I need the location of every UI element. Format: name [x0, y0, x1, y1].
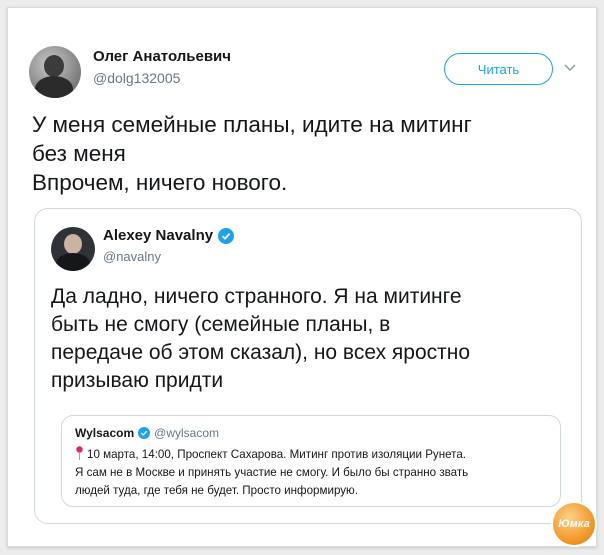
quoted-author-name[interactable]: Alexey Navalny	[103, 227, 213, 244]
chevron-down-icon[interactable]	[563, 60, 577, 74]
follow-button[interactable]: Читать	[444, 53, 553, 85]
nested-tweet-text: 10 марта, 14:00, Проспект Сахарова. Мити…	[75, 446, 555, 500]
quoted-text-line: призываю придти	[51, 369, 224, 392]
quoted-text-line: передаче об этом сказал), но всех яростн…	[51, 341, 471, 364]
avatar-body	[56, 253, 90, 271]
nested-text-line: 10 марта, 14:00, Проспект Сахарова. Мити…	[75, 446, 555, 464]
quoted-text-line: Да ладно, ничего странного. Я на митинге	[51, 285, 462, 308]
nested-text-line-content: 10 марта, 14:00, Проспект Сахарова. Мити…	[87, 448, 467, 461]
author-name[interactable]: Олег Анатольевич	[93, 48, 231, 65]
tweet-text-line: Впрочем, ничего нового.	[32, 170, 288, 195]
avatar-body	[35, 76, 73, 98]
quoted-author-handle[interactable]: @navalny	[103, 249, 161, 264]
verified-badge-icon	[138, 427, 151, 439]
quoted-author-avatar[interactable]	[51, 227, 95, 271]
nested-text-line: людей туда, где тебя не будет. Просто ин…	[75, 484, 358, 497]
author-avatar[interactable]	[29, 46, 81, 98]
quoted-text-line: быть не смогу (семейные планы, в	[51, 313, 391, 336]
avatar-head	[44, 55, 64, 77]
quoted-tweet-text: Да ладно, ничего странного. Я на митинге…	[51, 283, 571, 395]
nested-quoted-tweet[interactable]: Wylsacom @wylsacom 10 марта, 14:00, Прос…	[61, 415, 561, 507]
tweet-text: У меня семейные планы, идите на митинг б…	[32, 110, 577, 197]
tweet-text-line: У меня семейные планы, идите на митинг	[32, 112, 472, 137]
watermark-logo: Юмка	[553, 503, 595, 545]
tweet-card: Олег Анатольевич @dolg132005 Читать У ме…	[7, 7, 597, 547]
author-handle[interactable]: @dolg132005	[93, 70, 180, 86]
nested-author-row: Wylsacom @wylsacom	[75, 426, 219, 440]
avatar-head	[64, 234, 82, 254]
verified-badge-icon	[218, 227, 235, 244]
quoted-tweet[interactable]: Alexey Navalny @navalny Да ладно, ничего…	[34, 208, 582, 524]
quoted-author-name-row: Alexey Navalny	[103, 227, 235, 244]
nested-author-handle[interactable]: @wylsacom	[154, 426, 219, 440]
nested-text-line: Я сам не в Москве и принять участие не с…	[75, 466, 469, 479]
tweet-text-line: без меня	[32, 141, 126, 166]
nested-author-name[interactable]: Wylsacom	[75, 426, 134, 440]
pin-icon	[76, 446, 83, 460]
